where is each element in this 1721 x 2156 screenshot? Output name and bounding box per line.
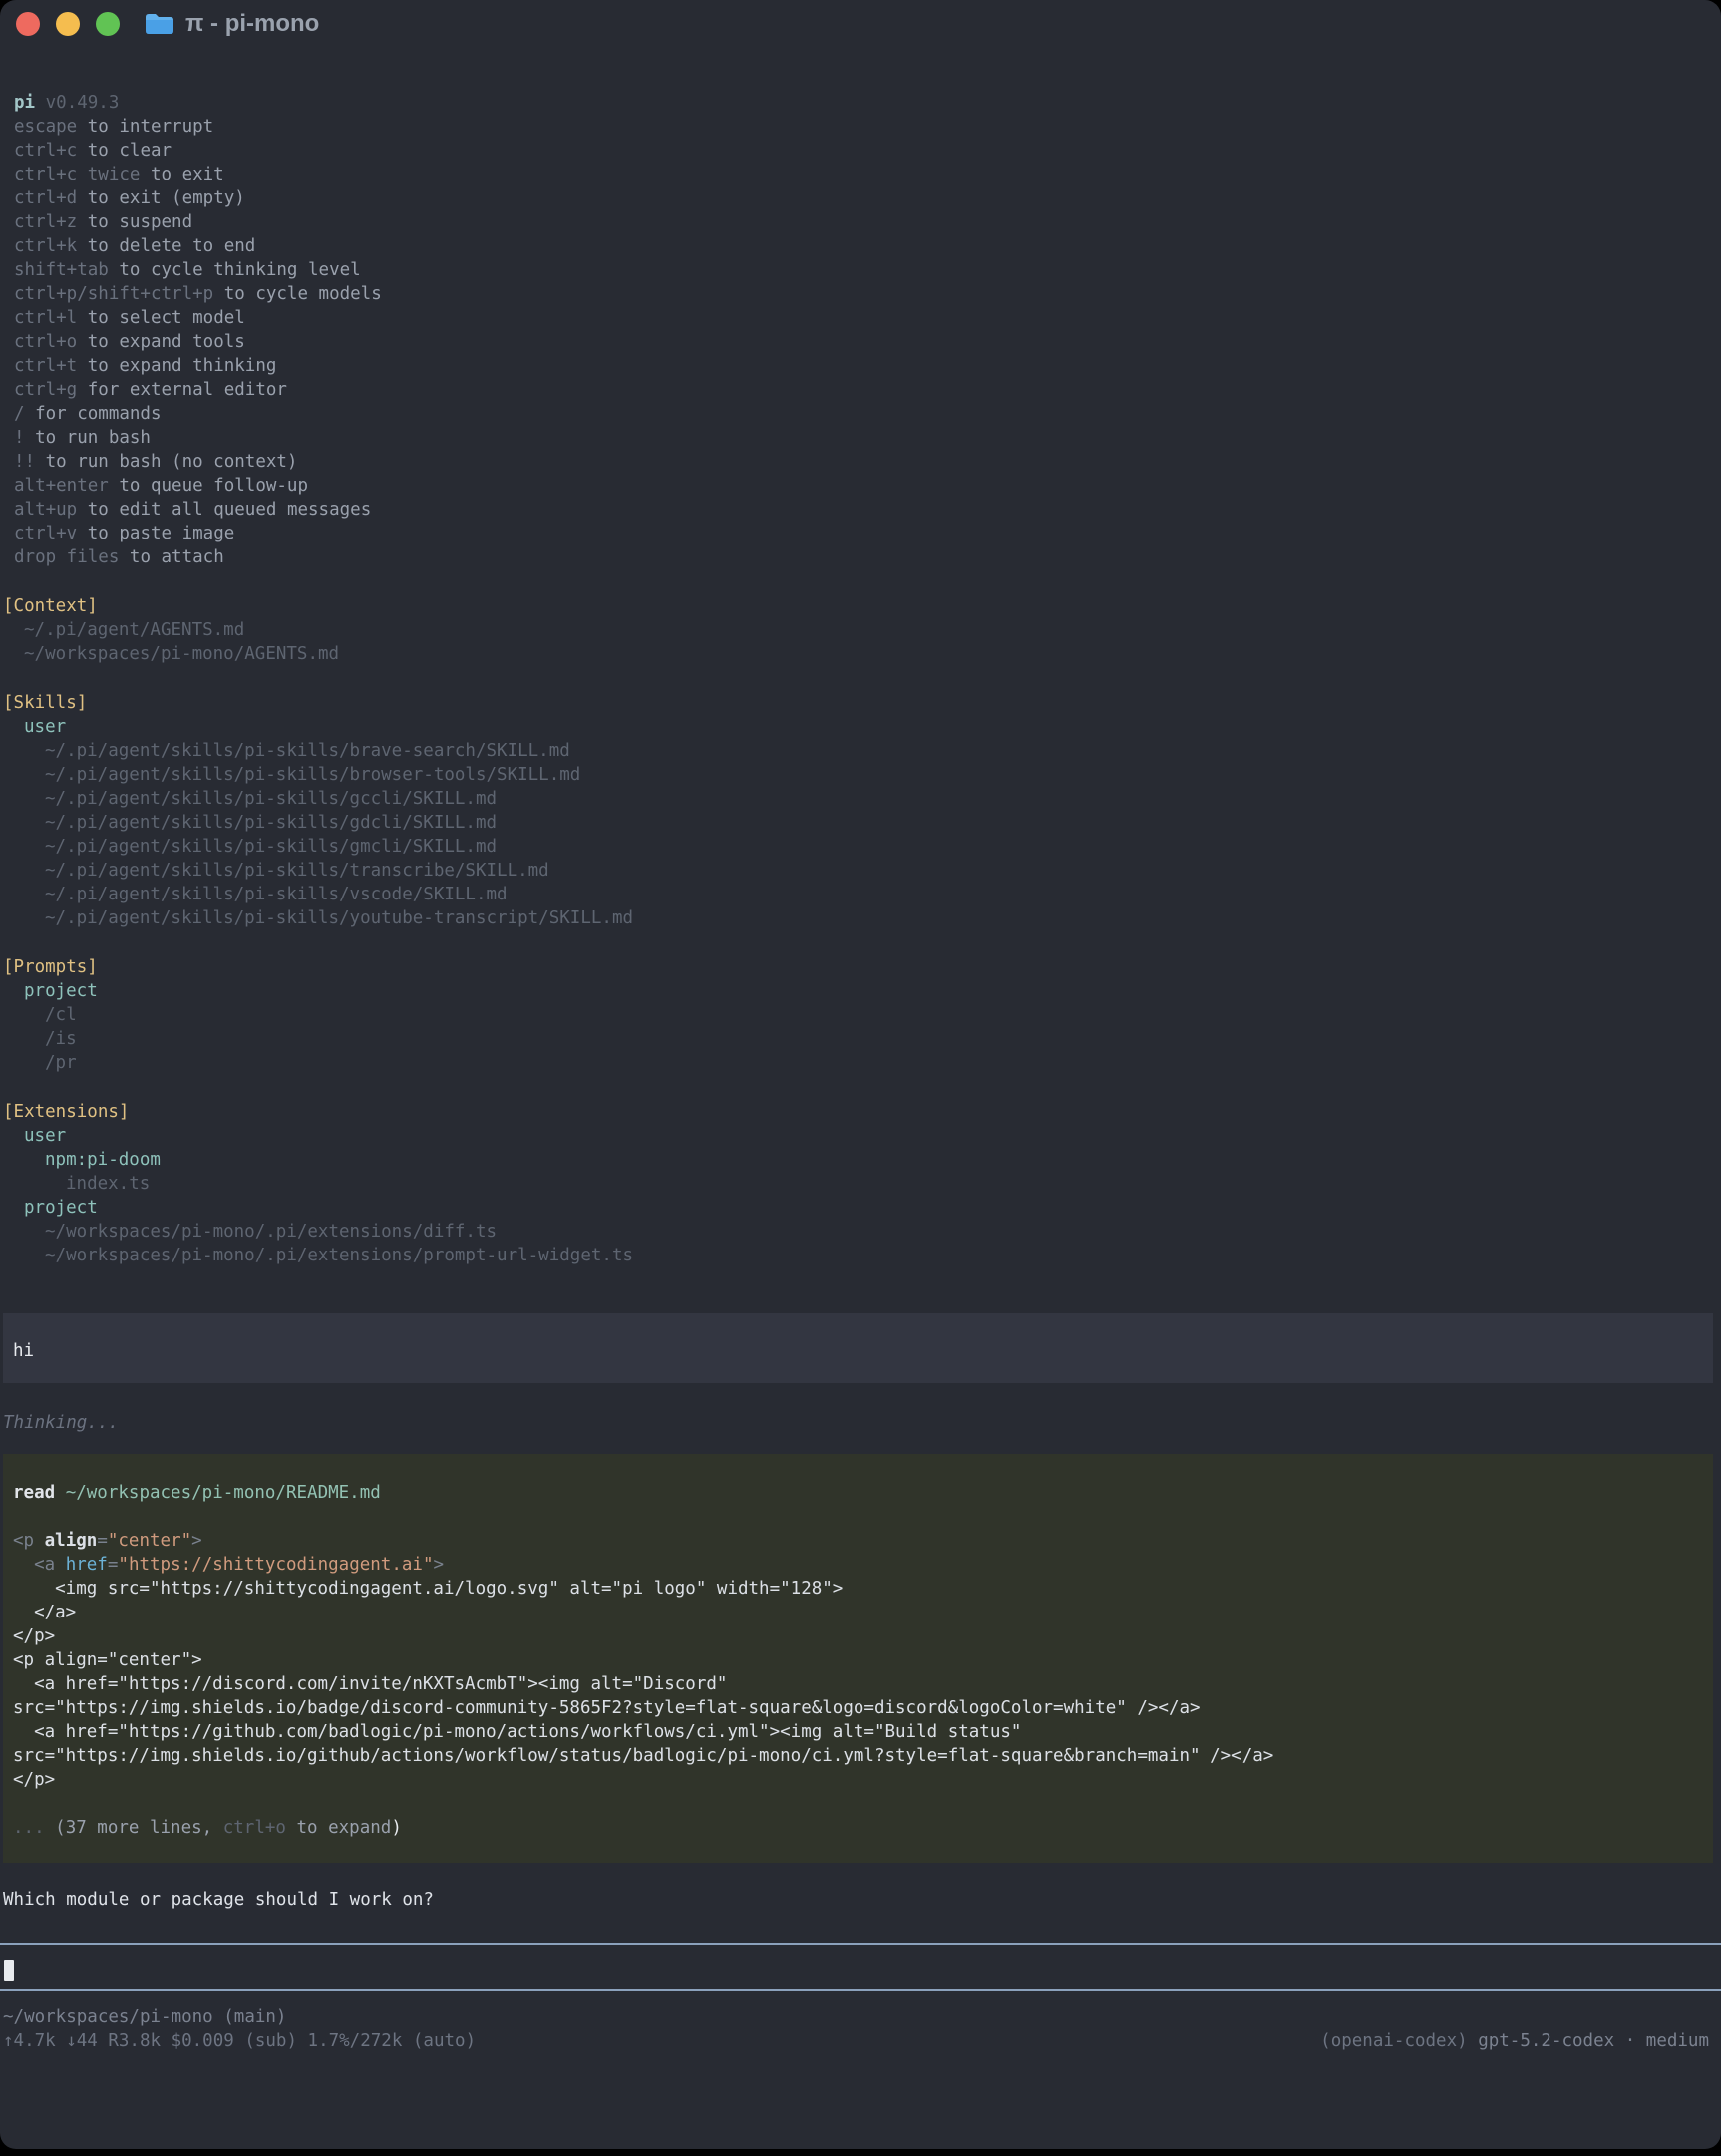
assistant-message: Which module or package should I work on… bbox=[0, 1888, 1721, 1912]
read-tool-block: read ~/workspaces/pi-mono/README.md <p a… bbox=[3, 1454, 1713, 1863]
app-version: v0.49.3 bbox=[46, 93, 120, 113]
extensions-user-label: user bbox=[21, 1124, 1721, 1148]
app-version-line: pi v0.49.3 bbox=[11, 91, 1721, 115]
extensions-header: [Extensions] bbox=[0, 1100, 1721, 1124]
prompt-item: /is bbox=[42, 1027, 1721, 1051]
readme-line: <img src="https://shittycodingagent.ai/l… bbox=[13, 1577, 1703, 1601]
folder-icon bbox=[144, 12, 175, 36]
extension-path: ~/workspaces/pi-mono/.pi/extensions/diff… bbox=[42, 1220, 1721, 1244]
terminal-window: π - pi-mono pi v0.49.3 escape to interru… bbox=[0, 0, 1721, 2149]
prompt-input[interactable] bbox=[0, 1943, 1721, 1991]
help-line: ctrl+d to exit (empty) bbox=[11, 186, 1721, 210]
context-header: [Context] bbox=[0, 594, 1721, 618]
skills-group-label: user bbox=[21, 715, 1721, 739]
help-line: escape to interrupt bbox=[11, 115, 1721, 139]
readme-line: src="https://img.shields.io/badge/discor… bbox=[13, 1696, 1703, 1720]
app-name: pi bbox=[14, 93, 35, 113]
extension-npm-package: npm:pi-doom bbox=[42, 1148, 1721, 1172]
tool-arg-path: ~/workspaces/pi-mono/README.md bbox=[66, 1483, 381, 1503]
help-line: drop files to attach bbox=[11, 545, 1721, 569]
help-line: !! to run bash (no context) bbox=[11, 450, 1721, 474]
skill-path: ~/.pi/agent/skills/pi-skills/gdcli/SKILL… bbox=[42, 811, 1721, 835]
skill-path: ~/.pi/agent/skills/pi-skills/gmcli/SKILL… bbox=[42, 835, 1721, 859]
context-path: ~/.pi/agent/AGENTS.md bbox=[21, 618, 1721, 642]
readme-line: </a> bbox=[13, 1601, 1703, 1624]
tool-name: read bbox=[13, 1483, 55, 1503]
zoom-traffic-light-button[interactable] bbox=[96, 12, 120, 36]
token-cost-status: ↑4.7k ↓44 R3.8k $0.009 (sub) 1.7%/272k (… bbox=[0, 2029, 476, 2053]
thinking-indicator: Thinking... bbox=[0, 1411, 1721, 1435]
help-list: escape to interruptctrl+c to clearctrl+c… bbox=[0, 115, 1721, 569]
extensions-project-label: project bbox=[21, 1196, 1721, 1220]
readme-line: <a href="https://shittycodingagent.ai"> bbox=[13, 1553, 1703, 1577]
readme-line: </p> bbox=[13, 1624, 1703, 1648]
model-provider: (openai-codex) bbox=[1320, 2031, 1478, 2051]
titlebar: π - pi-mono bbox=[0, 0, 1721, 48]
skill-path: ~/.pi/agent/skills/pi-skills/vscode/SKIL… bbox=[42, 883, 1721, 906]
output-truncation-hint: ... (37 more lines, ctrl+o to expand) bbox=[13, 1816, 1703, 1840]
read-tool-call-line: read ~/workspaces/pi-mono/README.md bbox=[13, 1481, 1703, 1505]
help-line: ctrl+t to expand thinking bbox=[11, 354, 1721, 378]
readme-line: <a href="https://github.com/badlogic/pi-… bbox=[13, 1720, 1703, 1744]
help-line: alt+up to edit all queued messages bbox=[11, 498, 1721, 522]
skill-path: ~/.pi/agent/skills/pi-skills/transcribe/… bbox=[42, 859, 1721, 883]
prompt-item: /cl bbox=[42, 1003, 1721, 1027]
help-line: ctrl+c twice to exit bbox=[11, 163, 1721, 186]
terminal-content: pi v0.49.3 escape to interruptctrl+c to … bbox=[0, 91, 1721, 2053]
help-line: ctrl+p/shift+ctrl+p to cycle models bbox=[11, 282, 1721, 306]
readme-line: </p> bbox=[13, 1768, 1703, 1792]
user-message-text: hi bbox=[13, 1339, 1703, 1363]
help-line: ctrl+v to paste image bbox=[11, 522, 1721, 545]
skills-section: [Skills] user ~/.pi/agent/skills/pi-skil… bbox=[0, 691, 1721, 930]
cwd-branch-status: ~/workspaces/pi-mono (main) bbox=[0, 2005, 1721, 2029]
help-line: ctrl+k to delete to end bbox=[11, 234, 1721, 258]
context-section: [Context] ~/.pi/agent/AGENTS.md~/workspa… bbox=[0, 594, 1721, 666]
skill-path: ~/.pi/agent/skills/pi-skills/browser-too… bbox=[42, 763, 1721, 787]
user-message-box: hi bbox=[3, 1313, 1713, 1383]
readme-line: <p align="center"> bbox=[13, 1648, 1703, 1672]
help-line: ctrl+z to suspend bbox=[11, 210, 1721, 234]
context-path: ~/workspaces/pi-mono/AGENTS.md bbox=[21, 642, 1721, 666]
status-bar: ~/workspaces/pi-mono (main) ↑4.7k ↓44 R3… bbox=[0, 2005, 1721, 2053]
prompts-header: [Prompts] bbox=[0, 955, 1721, 979]
close-traffic-light-button[interactable] bbox=[16, 12, 40, 36]
minimize-traffic-light-button[interactable] bbox=[56, 12, 80, 36]
window-title: π - pi-mono bbox=[185, 10, 319, 38]
help-line: ! to run bash bbox=[11, 426, 1721, 450]
help-line: / for commands bbox=[11, 402, 1721, 426]
help-line: ctrl+c to clear bbox=[11, 139, 1721, 163]
skill-path: ~/.pi/agent/skills/pi-skills/gccli/SKILL… bbox=[42, 787, 1721, 811]
extensions-section: [Extensions] user npm:pi-doom index.ts p… bbox=[0, 1100, 1721, 1267]
help-line: ctrl+o to expand tools bbox=[11, 330, 1721, 354]
extension-path: ~/workspaces/pi-mono/.pi/extensions/prom… bbox=[42, 1244, 1721, 1267]
help-line: alt+enter to queue follow-up bbox=[11, 474, 1721, 498]
text-cursor bbox=[4, 1960, 14, 1981]
prompt-item: /pr bbox=[42, 1051, 1721, 1075]
prompts-section: [Prompts] project /cl/is/pr bbox=[0, 955, 1721, 1075]
extension-npm-file: index.ts bbox=[63, 1172, 1721, 1196]
help-line: ctrl+g for external editor bbox=[11, 378, 1721, 402]
model-status: (openai-codex) gpt-5.2-codex · medium bbox=[1317, 2029, 1709, 2053]
readme-line: src="https://img.shields.io/github/actio… bbox=[13, 1744, 1703, 1768]
skill-path: ~/.pi/agent/skills/pi-skills/youtube-tra… bbox=[42, 906, 1721, 930]
readme-line: <a href="https://discord.com/invite/nKXT… bbox=[13, 1672, 1703, 1696]
readme-preview: <p align="center"> <a href="https://shit… bbox=[13, 1529, 1703, 1792]
readme-line: <p align="center"> bbox=[13, 1529, 1703, 1553]
skill-path: ~/.pi/agent/skills/pi-skills/brave-searc… bbox=[42, 739, 1721, 763]
model-name: gpt-5.2-codex · medium bbox=[1478, 2031, 1709, 2051]
help-line: shift+tab to cycle thinking level bbox=[11, 258, 1721, 282]
prompts-group-label: project bbox=[21, 979, 1721, 1003]
help-line: ctrl+l to select model bbox=[11, 306, 1721, 330]
skills-header: [Skills] bbox=[0, 691, 1721, 715]
